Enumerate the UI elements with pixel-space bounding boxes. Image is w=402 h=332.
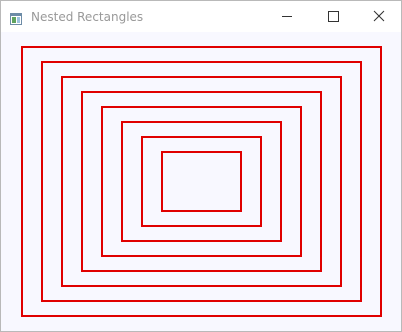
drawing-area <box>1 32 401 331</box>
nested-rectangle-5 <box>101 106 302 257</box>
nested-rectangle-3 <box>61 76 342 287</box>
window-title: Nested Rectangles <box>31 10 144 24</box>
close-button[interactable] <box>355 1 401 32</box>
minimize-icon <box>282 16 292 17</box>
title-bar[interactable]: Nested Rectangles <box>1 1 401 32</box>
nested-rectangle-1 <box>21 46 382 317</box>
rectangles-group <box>21 46 382 317</box>
maximize-button[interactable] <box>310 1 356 32</box>
nested-rectangle-2 <box>41 61 362 302</box>
app-window: Nested Rectangles <box>0 0 402 332</box>
nested-rectangle-6 <box>121 121 282 242</box>
minimize-button[interactable] <box>264 1 310 32</box>
maximize-icon <box>328 11 339 22</box>
close-icon <box>373 10 385 22</box>
nested-rectangles-canvas <box>21 46 382 317</box>
nested-rectangle-8 <box>161 151 242 212</box>
window-app-icon <box>10 10 22 25</box>
nested-rectangle-4 <box>81 91 322 272</box>
nested-rectangle-7 <box>141 136 262 227</box>
